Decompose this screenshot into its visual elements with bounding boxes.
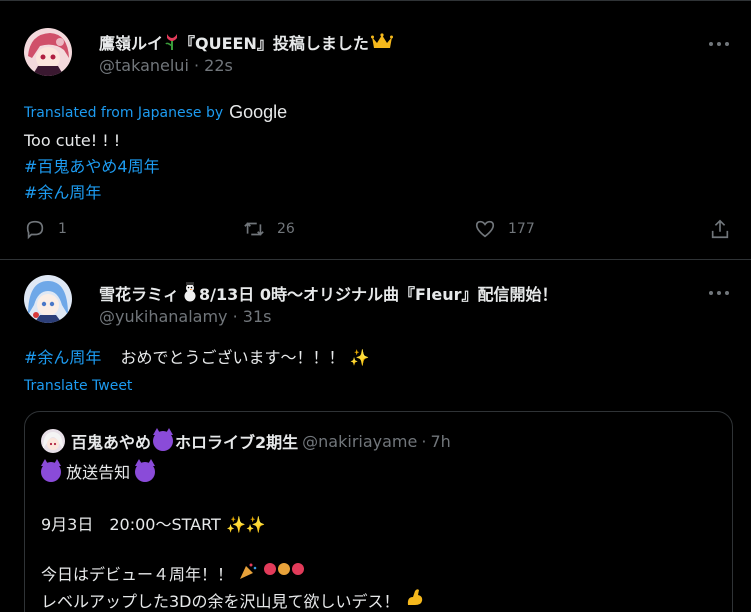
- author-name[interactable]: 雪花ラミィ: [99, 281, 179, 305]
- retweet-icon: [244, 222, 264, 236]
- retweet-button[interactable]: 26: [243, 218, 295, 240]
- author-name-suffix: 8/13日 0時〜オリジナル曲『Fleur』配信開始！: [199, 285, 558, 304]
- snowman-icon: [181, 281, 199, 305]
- quoted-line: 放送告知: [41, 459, 156, 483]
- tweet-text-line: Too cute! ! !: [24, 131, 121, 150]
- reply-count: 1: [58, 221, 67, 237]
- translate-tweet-link[interactable]: Translate Tweet: [24, 378, 132, 394]
- share-icon: [711, 219, 729, 239]
- party-popper-icon: [238, 563, 263, 584]
- like-button[interactable]: 177: [474, 218, 535, 240]
- author-name-suffix: 『QUEEN』投稿しました: [179, 34, 369, 53]
- timestamp[interactable]: 31s: [243, 307, 272, 326]
- separator-dot: ·: [232, 307, 238, 326]
- quoted-text: 今日はデビュー４周年！！: [41, 565, 234, 584]
- avatar[interactable]: [24, 28, 72, 76]
- tulip-icon: [165, 32, 179, 53]
- reply-button[interactable]: 1: [24, 218, 67, 240]
- top-divider: [0, 0, 751, 1]
- hashtag-link[interactable]: #百鬼あやめ4周年: [24, 154, 160, 180]
- avatar[interactable]: [24, 275, 72, 323]
- author-row: 雪花ラミィ 8/13日 0時〜オリジナル曲『Fleur』配信開始！: [99, 281, 558, 305]
- sparkles-icon: ✨✨: [225, 515, 266, 534]
- flexed-biceps-icon: [405, 589, 425, 611]
- google-logo: Google: [229, 102, 288, 122]
- quoted-tweet[interactable]: 百鬼あやめ ホロライブ2期生 @nakiriayame · 7h 放送告知 9月…: [24, 411, 733, 612]
- retweet-count: 26: [277, 221, 295, 237]
- reply-icon: [26, 220, 44, 240]
- quoted-text: レベルアップした3Dの余を沢山見て欲しいデス！: [41, 592, 400, 611]
- separator-dot: ·: [421, 431, 427, 451]
- translation-attribution: Translated from Japanese by Google: [24, 102, 287, 123]
- timestamp[interactable]: 22s: [204, 56, 233, 75]
- share-button[interactable]: [709, 218, 731, 240]
- tweet-text: Too cute! ! ! #百鬼あやめ4周年 #余ん周年: [24, 128, 160, 206]
- tweet-text-line: おめでとうございます〜！！！: [120, 348, 345, 367]
- quoted-text: 9月3日 20:00〜START: [41, 515, 221, 534]
- crown-icon: [370, 32, 393, 52]
- quoted-author-handle: @nakiriayame: [302, 431, 418, 451]
- quoted-author-name: 百鬼あやめ: [71, 433, 152, 452]
- author-handle[interactable]: @takanelui: [99, 56, 189, 75]
- smiling-devil-icon: [153, 428, 174, 451]
- balloon-icon: [263, 563, 305, 584]
- tweet-text: #余ん周年 おめでとうございます〜！！！ ✨: [24, 345, 370, 371]
- more-icon[interactable]: [709, 291, 729, 297]
- author-handle[interactable]: @yukihanalamy: [99, 307, 228, 326]
- quoted-author-name-suffix: ホロライブ2期生: [175, 433, 299, 452]
- quoted-avatar[interactable]: [41, 429, 65, 453]
- quoted-line: 9月3日 20:00〜START ✨✨: [41, 511, 266, 535]
- quoted-author-row: 百鬼あやめ ホロライブ2期生 @nakiriayame · 7h: [41, 428, 451, 453]
- smiling-devil-icon: [135, 459, 156, 482]
- author-row: 鷹嶺ルイ 『QUEEN』投稿しました: [99, 30, 393, 54]
- handle-row: @takanelui · 22s: [99, 56, 233, 75]
- quoted-line: 今日はデビュー４周年！！: [41, 561, 305, 585]
- tweet[interactable]: 鷹嶺ルイ 『QUEEN』投稿しました @takanelui · 22s Tran…: [0, 8, 751, 260]
- quoted-line: レベルアップした3Dの余を沢山見て欲しいデス！: [41, 587, 425, 612]
- author-name[interactable]: 鷹嶺ルイ: [99, 30, 163, 54]
- quoted-text: 放送告知: [66, 463, 131, 482]
- hashtag-link[interactable]: #余ん周年: [24, 180, 160, 206]
- tweet[interactable]: 雪花ラミィ 8/13日 0時〜オリジナル曲『Fleur』配信開始！ @yukih…: [0, 261, 751, 612]
- like-count: 177: [508, 221, 535, 237]
- tweet-actions: 1 26 177: [0, 218, 751, 248]
- hashtag-link[interactable]: #余ん周年: [24, 348, 101, 367]
- translated-label: Translated from Japanese by: [24, 104, 224, 121]
- smiling-devil-icon: [41, 459, 61, 482]
- separator-dot: ·: [193, 56, 200, 75]
- more-icon[interactable]: [709, 42, 729, 48]
- sparkles-icon: ✨: [349, 348, 370, 367]
- like-icon: [475, 220, 495, 238]
- quoted-timestamp: 7h: [430, 431, 451, 451]
- handle-row: @yukihanalamy · 31s: [99, 307, 272, 326]
